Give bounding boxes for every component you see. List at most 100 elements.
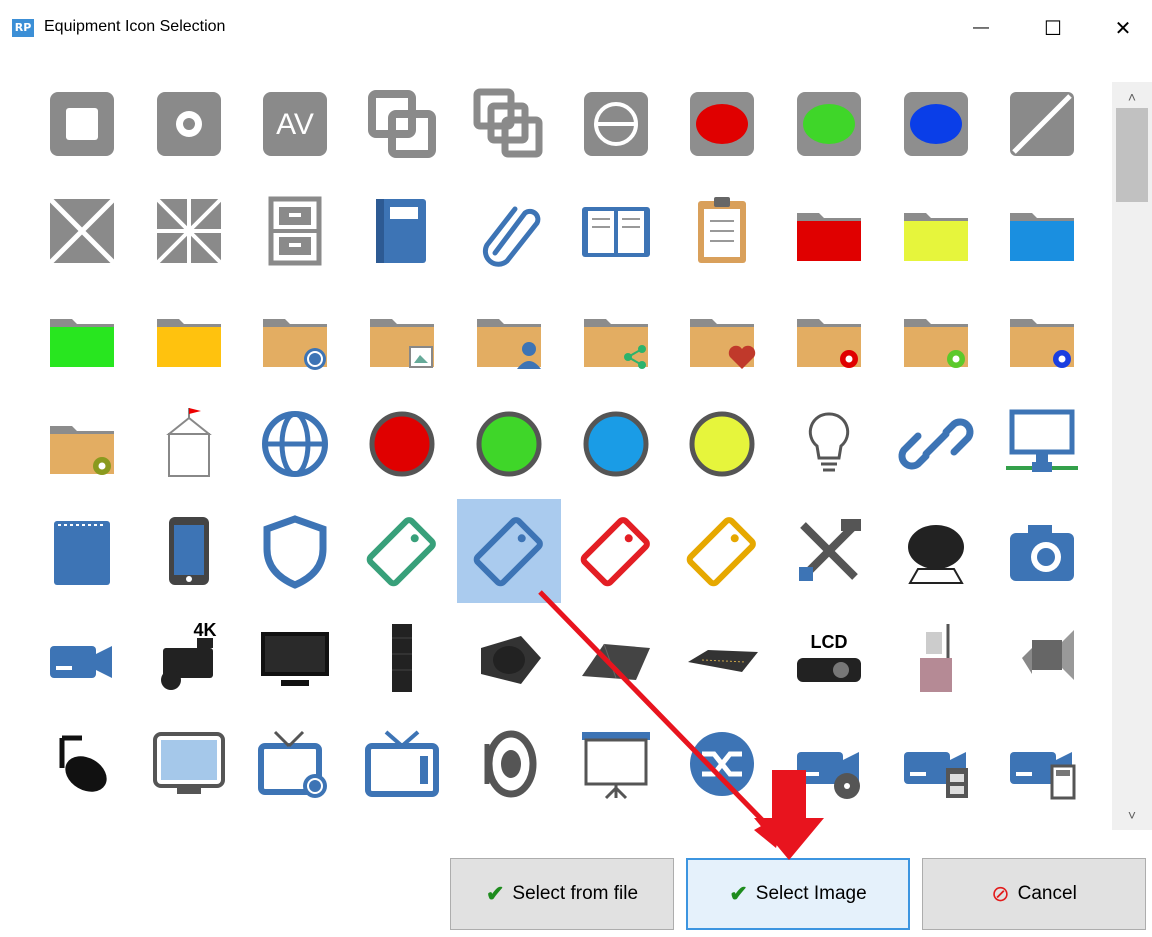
icon-cell[interactable] — [990, 72, 1094, 176]
icon-cell[interactable] — [243, 606, 347, 710]
icon-cell[interactable] — [243, 499, 347, 603]
scrollbar-thumb[interactable] — [1116, 108, 1148, 202]
icon-cell[interactable] — [990, 606, 1094, 710]
icon-cell[interactable] — [990, 285, 1094, 389]
icon-cell[interactable] — [350, 179, 454, 283]
icon-cell[interactable] — [670, 499, 774, 603]
icon-cell[interactable] — [30, 285, 134, 389]
icon-cell[interactable] — [30, 712, 134, 816]
line-array-speaker-icon — [392, 624, 412, 692]
stacked-squares-icon — [473, 88, 543, 158]
icon-cell[interactable] — [670, 606, 774, 710]
icon-cell[interactable] — [564, 392, 668, 496]
icon-cell[interactable] — [777, 179, 881, 283]
icon-cell[interactable] — [457, 499, 561, 603]
icon-cell[interactable] — [884, 72, 988, 176]
cancel-label: Cancel — [1017, 883, 1077, 904]
icon-cell[interactable] — [243, 712, 347, 816]
icon-cell[interactable] — [990, 179, 1094, 283]
icon-cell[interactable] — [30, 392, 134, 496]
icon-cell[interactable] — [884, 179, 988, 283]
folder-heart-icon — [690, 319, 756, 369]
window-title: Equipment Icon Selection — [44, 18, 226, 35]
icon-cell[interactable] — [884, 392, 988, 496]
icon-cell[interactable]: LCD — [777, 606, 881, 710]
icon-cell[interactable]: 4K — [137, 606, 241, 710]
star-cross-icon — [155, 197, 223, 265]
icon-cell[interactable] — [564, 499, 668, 603]
lightbulb-icon — [808, 412, 850, 472]
icon-cell[interactable] — [137, 499, 241, 603]
red-oval-icon — [690, 92, 754, 156]
icon-cell[interactable] — [990, 712, 1094, 816]
maximize-button[interactable]: ☐ — [1030, 8, 1076, 48]
icon-cell[interactable] — [30, 606, 134, 710]
vertical-scrollbar[interactable]: ˄ ˅ — [1112, 82, 1152, 830]
select-image-button[interactable]: ✔ Select Image — [686, 858, 910, 930]
cancel-button[interactable]: ⊘ Cancel — [922, 858, 1146, 930]
icon-cell[interactable] — [670, 392, 774, 496]
icon-cell[interactable] — [137, 712, 241, 816]
yellow-circle-icon — [689, 411, 755, 477]
icon-cell[interactable] — [243, 392, 347, 496]
icon-cell[interactable] — [884, 606, 988, 710]
close-icon: ✕ — [1114, 17, 1132, 40]
icon-cell[interactable] — [350, 392, 454, 496]
app-logo: RP — [12, 19, 34, 37]
flag-box-icon — [166, 408, 212, 477]
minimize-button[interactable]: — — [958, 8, 1004, 48]
icon-cell[interactable] — [884, 712, 988, 816]
icon-cell[interactable] — [350, 606, 454, 710]
icon-cell[interactable] — [777, 72, 881, 176]
icon-cell[interactable]: AV — [243, 72, 347, 176]
icon-cell[interactable] — [243, 285, 347, 389]
av-icon: AV — [263, 92, 327, 156]
icon-cell[interactable] — [670, 712, 774, 816]
select-from-file-button[interactable]: ✔ Select from file — [450, 858, 674, 930]
icon-cell[interactable] — [777, 285, 881, 389]
icon-cell[interactable] — [350, 499, 454, 603]
tv-icon — [365, 730, 439, 797]
icon-cell[interactable] — [137, 392, 241, 496]
icon-cell[interactable] — [457, 712, 561, 816]
svg-text:4K: 4K — [193, 620, 216, 640]
icon-cell[interactable] — [884, 285, 988, 389]
icon-cell[interactable] — [350, 285, 454, 389]
close-button[interactable]: ✕ — [1100, 8, 1146, 48]
icon-cell[interactable] — [990, 499, 1094, 603]
icon-cell[interactable] — [670, 179, 774, 283]
scroll-down-button[interactable]: ˅ — [1112, 800, 1152, 830]
icon-cell[interactable] — [670, 72, 774, 176]
icon-cell[interactable] — [564, 606, 668, 710]
icon-cell[interactable] — [564, 712, 668, 816]
folder-image-icon — [370, 319, 434, 368]
icon-cell[interactable] — [990, 392, 1094, 496]
icon-cell[interactable] — [30, 499, 134, 603]
icon-cell[interactable] — [777, 392, 881, 496]
icon-cell[interactable] — [30, 179, 134, 283]
icon-cell[interactable] — [137, 72, 241, 176]
icon-cell[interactable] — [350, 712, 454, 816]
icon-cell[interactable] — [137, 179, 241, 283]
filing-cabinet-icon — [268, 196, 322, 266]
diagonal-slash-icon — [1010, 92, 1074, 156]
icon-cell[interactable] — [137, 285, 241, 389]
icon-cell[interactable] — [30, 72, 134, 176]
icon-cell[interactable] — [564, 72, 668, 176]
icon-cell[interactable] — [777, 712, 881, 816]
svg-text:AV: AV — [276, 108, 314, 141]
icon-cell[interactable] — [457, 179, 561, 283]
icon-cell[interactable] — [777, 499, 881, 603]
icon-cell[interactable] — [350, 72, 454, 176]
icon-cell[interactable] — [457, 72, 561, 176]
icon-cell[interactable] — [457, 392, 561, 496]
icon-cell[interactable] — [457, 606, 561, 710]
tv-globe-icon — [258, 730, 327, 798]
icon-cell[interactable] — [670, 285, 774, 389]
icon-cell[interactable] — [457, 285, 561, 389]
green-tag-icon — [366, 517, 436, 587]
icon-cell[interactable] — [564, 285, 668, 389]
icon-cell[interactable] — [564, 179, 668, 283]
icon-cell[interactable] — [243, 179, 347, 283]
icon-cell[interactable] — [884, 499, 988, 603]
